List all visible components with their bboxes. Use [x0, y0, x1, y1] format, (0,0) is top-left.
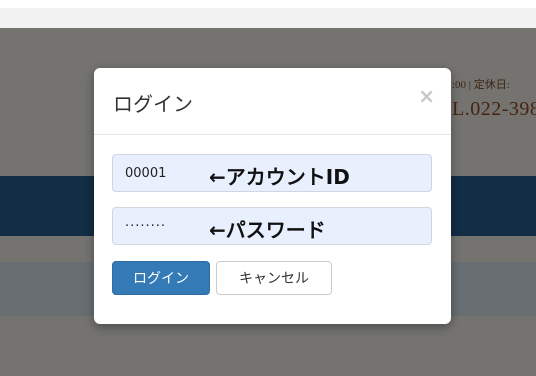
account-id-field[interactable]: ←アカウントID — [112, 154, 432, 192]
modal-header: ログイン × — [94, 68, 451, 135]
password-input[interactable] — [113, 208, 431, 244]
login-button[interactable]: ログイン — [112, 261, 210, 295]
login-modal: ログイン × ←アカウントID ←パスワード ログイン キャンセル — [94, 68, 451, 324]
account-id-input[interactable] — [113, 155, 431, 191]
password-field[interactable]: ←パスワード — [112, 207, 432, 245]
cancel-button[interactable]: キャンセル — [216, 261, 332, 295]
modal-title: ログイン — [113, 92, 193, 116]
page-top-strip — [0, 8, 536, 28]
close-icon[interactable]: × — [418, 84, 435, 108]
